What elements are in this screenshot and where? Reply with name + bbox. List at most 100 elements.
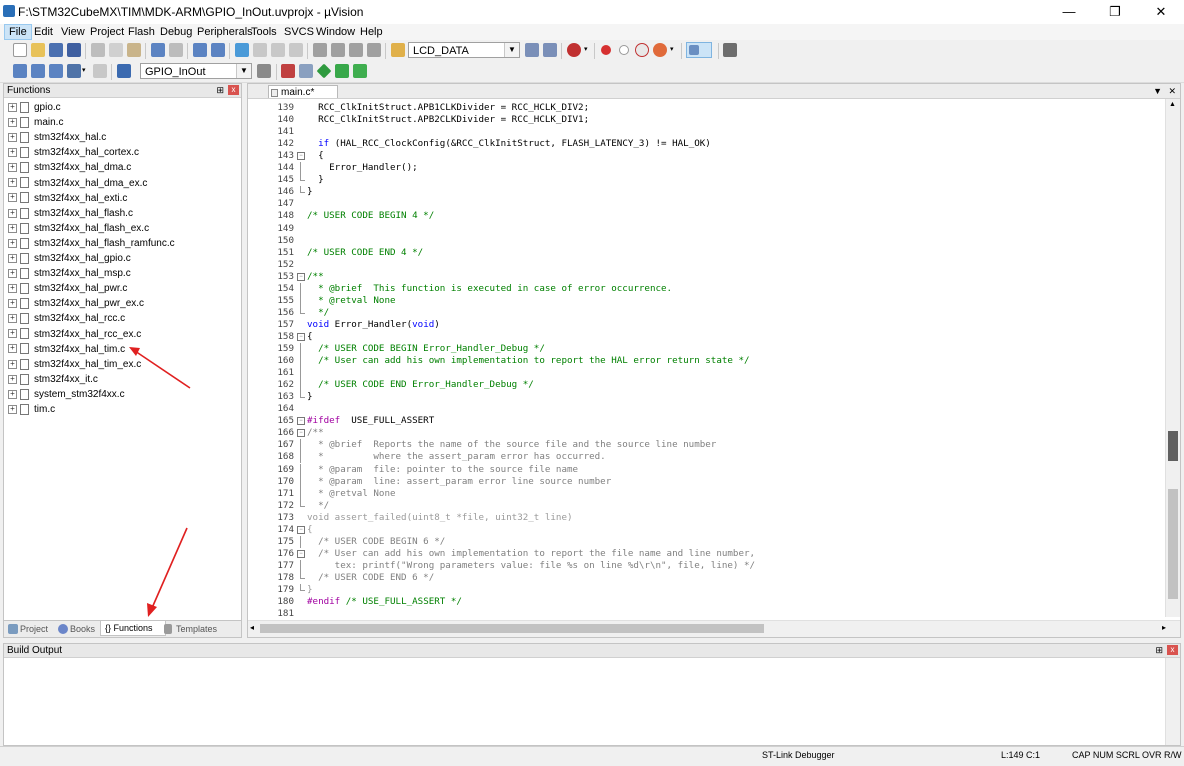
copy-icon[interactable]	[108, 42, 124, 58]
clear-bookmarks-icon[interactable]	[288, 42, 304, 58]
nav-forward-icon[interactable]	[210, 42, 226, 58]
redo-icon[interactable]	[168, 42, 184, 58]
new-file-icon[interactable]	[12, 42, 28, 58]
nav-back-icon[interactable]	[192, 42, 208, 58]
code-line[interactable]: tex: printf("Wrong parameters value: fil…	[307, 560, 755, 572]
menu-file[interactable]: File	[4, 24, 32, 40]
function-file-item[interactable]: + stm32f4xx_hal_rcc_ex.c	[8, 327, 141, 342]
expand-icon[interactable]: +	[8, 163, 17, 173]
tab-functions[interactable]: {} Functions	[100, 621, 166, 636]
paste-icon[interactable]	[126, 42, 142, 58]
save-icon[interactable]	[48, 42, 64, 58]
tab-templates[interactable]: Templates	[162, 622, 236, 636]
function-file-item[interactable]: + stm32f4xx_hal_msp.c	[8, 266, 131, 281]
pin-icon[interactable]: ⊞	[216, 84, 224, 97]
disable-breakpoint-icon[interactable]	[616, 42, 632, 58]
cut-icon[interactable]	[90, 42, 106, 58]
code-line[interactable]: #endif /* USE_FULL_ASSERT */	[307, 596, 462, 608]
pin-icon[interactable]: ⊞	[1155, 644, 1163, 657]
code-line[interactable]: void assert_failed(uint8_t *file, uint32…	[307, 512, 573, 524]
function-file-item[interactable]: + stm32f4xx_hal_flash.c	[8, 206, 133, 221]
menu-project[interactable]: Project	[86, 25, 128, 39]
code-line[interactable]: {	[307, 331, 313, 343]
function-file-item[interactable]: + stm32f4xx_hal_dma.c	[8, 160, 131, 175]
uncomment-icon[interactable]	[366, 42, 382, 58]
expand-icon[interactable]: +	[8, 223, 17, 233]
function-file-item[interactable]: + stm32f4xx_hal_rcc.c	[8, 311, 125, 326]
function-file-item[interactable]: + stm32f4xx_it.c	[8, 372, 98, 387]
code-line[interactable]: * where the assert_param error has occur…	[307, 451, 606, 463]
expand-icon[interactable]: +	[8, 374, 17, 384]
build-output-scrollbar[interactable]	[1165, 658, 1180, 745]
chevron-down-icon[interactable]: ▼	[504, 43, 519, 57]
manage-components-icon[interactable]	[298, 63, 314, 79]
code-line[interactable]: /**	[307, 271, 324, 283]
target-select[interactable]: GPIO_InOut ▼	[140, 63, 252, 79]
expand-icon[interactable]: +	[8, 314, 17, 324]
menu-flash[interactable]: Flash	[124, 25, 159, 39]
rebuild-icon[interactable]	[48, 63, 64, 79]
close-button[interactable]: ✕	[1138, 0, 1184, 24]
function-file-item[interactable]: + stm32f4xx_hal_gpio.c	[8, 251, 131, 266]
function-file-item[interactable]: + system_stm32f4xx.c	[8, 387, 125, 402]
code-line[interactable]: void Error_Handler(void)	[307, 319, 440, 331]
code-line[interactable]: * @param file: pointer to the source fil…	[307, 464, 578, 476]
code-line[interactable]: }	[307, 584, 313, 596]
expand-icon[interactable]: +	[8, 344, 17, 354]
batch-build-icon[interactable]	[66, 63, 82, 79]
expand-icon[interactable]: +	[8, 148, 17, 158]
tab-list-button[interactable]: ▼	[1153, 84, 1162, 98]
expand-icon[interactable]: +	[8, 193, 17, 203]
menu-window[interactable]: Window	[312, 25, 359, 39]
code-line[interactable]: /* USER CODE END 4 */	[307, 247, 423, 259]
pack-installer-icon[interactable]	[334, 63, 350, 79]
tab-main-c[interactable]: main.c*	[268, 85, 338, 98]
code-line[interactable]: /* USER CODE BEGIN Error_Handler_Debug *…	[307, 343, 545, 355]
build-icon[interactable]	[30, 63, 46, 79]
debug-session-icon[interactable]	[566, 42, 582, 58]
code-line[interactable]: }	[307, 174, 324, 186]
horizontal-scrollbar[interactable]: ◂ ▸	[248, 620, 1180, 637]
code-line[interactable]: {	[307, 150, 324, 162]
expand-icon[interactable]: +	[8, 253, 17, 263]
vertical-scroll-thumb[interactable]	[1168, 489, 1178, 599]
window-layout-icon[interactable]	[686, 42, 712, 58]
translate-icon[interactable]	[12, 63, 28, 79]
expand-icon[interactable]: +	[8, 117, 17, 127]
unindent-icon[interactable]	[330, 42, 346, 58]
code-line[interactable]: Error_Handler();	[307, 162, 418, 174]
indent-icon[interactable]	[312, 42, 328, 58]
fold-marker[interactable]: −	[297, 427, 305, 439]
code-line[interactable]: if (HAL_RCC_ClockConfig(&RCC_ClkInitStru…	[307, 138, 711, 150]
code-line[interactable]: */	[307, 307, 329, 319]
fold-marker[interactable]: −	[297, 524, 305, 536]
code-line[interactable]: /**	[307, 427, 324, 439]
code-line[interactable]: /* USER CODE END 6 */	[307, 572, 434, 584]
function-file-item[interactable]: + tim.c	[8, 402, 55, 417]
fold-marker[interactable]: −	[297, 415, 305, 427]
scroll-left-icon[interactable]: ◂	[250, 623, 254, 632]
expand-icon[interactable]: +	[8, 178, 17, 188]
close-editor-button[interactable]: ✕	[1168, 84, 1176, 98]
code-line[interactable]: /* USER CODE BEGIN 4 */	[307, 210, 434, 222]
target-options-icon[interactable]	[256, 63, 272, 79]
function-file-item[interactable]: + stm32f4xx_hal_dma_ex.c	[8, 176, 147, 191]
code-line[interactable]: * @retval None	[307, 295, 395, 307]
open-folder-icon[interactable]	[30, 42, 46, 58]
close-icon[interactable]: x	[1167, 645, 1178, 655]
fold-marker[interactable]: −	[297, 271, 305, 283]
function-file-item[interactable]: + stm32f4xx_hal_pwr.c	[8, 281, 127, 296]
expand-icon[interactable]: +	[8, 359, 17, 369]
function-file-item[interactable]: + stm32f4xx_hal_tim_ex.c	[8, 357, 141, 372]
find-in-files-icon[interactable]	[390, 42, 406, 58]
fold-marker[interactable]: −	[297, 150, 305, 162]
undo-icon[interactable]	[150, 42, 166, 58]
select-packs-icon[interactable]	[316, 63, 332, 79]
expand-icon[interactable]: +	[8, 389, 17, 399]
code-line[interactable]: RCC_ClkInitStruct.APB1CLKDivider = RCC_H…	[307, 102, 589, 114]
manage-project-icon[interactable]	[280, 63, 296, 79]
comment-icon[interactable]	[348, 42, 364, 58]
chevron-down-icon[interactable]: ▼	[236, 64, 251, 78]
download-icon[interactable]	[116, 63, 132, 79]
expand-icon[interactable]: +	[8, 268, 17, 278]
